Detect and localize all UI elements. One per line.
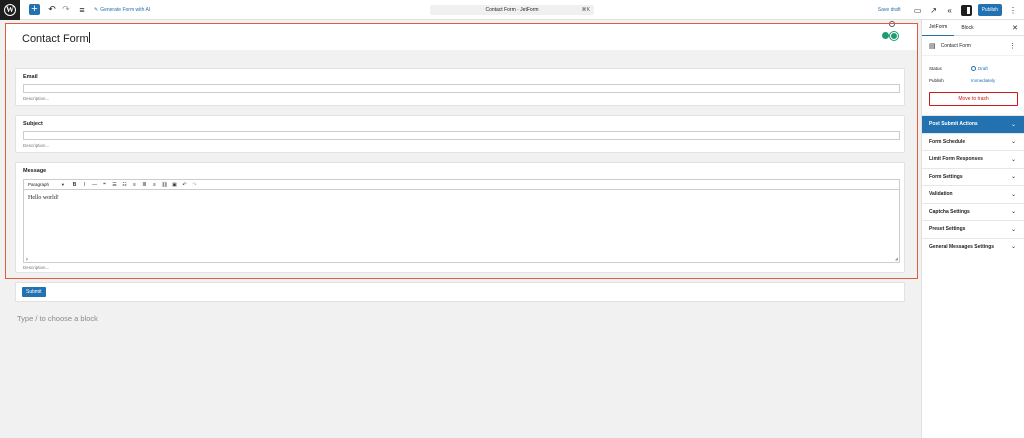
status-value[interactable]: Draft <box>971 65 988 71</box>
close-icon[interactable]: ✕ <box>1012 24 1018 32</box>
panel-preset-settings[interactable]: Preset Settings ⌄ <box>922 220 1024 238</box>
document-summary: ▤ Contact Form ⋮ <box>922 36 1024 56</box>
chevron-down-icon: ⌄ <box>1010 156 1016 163</box>
status-label: Status <box>929 65 942 71</box>
block-selection-outline <box>5 23 918 279</box>
panel-limit-form-responses[interactable]: Limit Form Responses ⌄ <box>922 150 1024 168</box>
chevron-down-icon: ⌄ <box>1010 226 1016 233</box>
save-draft-button[interactable]: Save draft <box>878 7 901 13</box>
panel-label: Limit Form Responses <box>929 156 983 163</box>
move-to-trash-button[interactable]: Move to trash <box>929 92 1018 106</box>
settings-sidebar: JetForm Block ✕ ▤ Contact Form ⋮ Status … <box>921 20 1024 438</box>
double-chevron-icon[interactable]: « <box>945 6 955 15</box>
document-options-icon[interactable]: ⋮ <box>1009 42 1016 50</box>
chevron-down-icon: ⌄ <box>1010 209 1016 216</box>
panel-general-messages-settings[interactable]: General Messages Settings ⌄ <box>922 237 1024 256</box>
wordpress-icon: W <box>4 3 16 16</box>
draft-status-icon <box>971 65 976 71</box>
status-row: Status Draft <box>922 62 1024 74</box>
publish-label: Publish <box>929 77 944 83</box>
wordpress-logo[interactable]: W <box>0 0 20 20</box>
submit-button[interactable]: Submit <box>22 287 46 297</box>
external-view-icon[interactable]: ↗ <box>929 6 939 15</box>
command-palette[interactable]: Contact Form · JetForm ⌘K <box>430 5 594 15</box>
document-icon: ▤ <box>929 42 936 50</box>
block-placeholder[interactable]: Type / to choose a block <box>17 314 98 323</box>
topbar-right-tools: Save draft ▭ ↗ « Publish ⋮ <box>878 4 1018 16</box>
redo-icon[interactable]: ↷ <box>61 4 71 16</box>
add-block-button[interactable]: + <box>29 4 40 15</box>
chevron-down-icon: ⌄ <box>1010 191 1016 198</box>
command-title: Contact Form · JetForm <box>485 7 539 13</box>
panel-label: General Messages Settings <box>929 243 995 250</box>
tab-jetform[interactable]: JetForm <box>922 20 955 36</box>
panel-label: Validation <box>929 191 953 198</box>
sidebar-tabs: JetForm Block ✕ <box>922 20 1024 36</box>
publish-value[interactable]: Immediately <box>971 78 995 83</box>
panel-label: Captcha Settings <box>929 208 970 215</box>
undo-icon[interactable]: ↶ <box>47 4 57 16</box>
chevron-down-icon: ⌄ <box>1010 244 1016 251</box>
chevron-down-icon: ⌄ <box>1010 121 1016 128</box>
panel-validation[interactable]: Validation ⌄ <box>922 185 1024 203</box>
panel-label: Form Settings <box>929 173 963 180</box>
options-kebab-icon[interactable]: ⋮ <box>1008 6 1018 15</box>
editor-top-bar: W + ↶ ↷ ≡ ✎ Generate Form with AI Contac… <box>0 0 1024 20</box>
status-value-text: Draft <box>978 65 988 71</box>
panel-label: Form Schedule <box>929 138 966 145</box>
publish-button[interactable]: Publish <box>977 4 1002 16</box>
command-shortcut: ⌘K <box>581 7 590 13</box>
publish-row: Publish Immediately <box>922 74 1024 86</box>
preview-icon[interactable]: ▭ <box>913 6 923 15</box>
editor-canvas: Contact Form Email Description... Subjec… <box>0 20 921 438</box>
panel-post-submit-actions[interactable]: Post Submit Actions ⌄ <box>922 115 1024 133</box>
wand-icon: ✎ <box>94 6 99 13</box>
chevron-down-icon: ⌄ <box>1010 174 1016 181</box>
panel-form-schedule[interactable]: Form Schedule ⌄ <box>922 132 1024 151</box>
ai-link-label: Generate Form with AI <box>100 6 151 13</box>
chevron-down-icon: ⌄ <box>1010 139 1016 146</box>
panel-label: Preset Settings <box>929 226 966 233</box>
document-title: Contact Form <box>940 42 971 49</box>
list-view-icon[interactable]: ≡ <box>77 4 87 16</box>
submit-block[interactable]: Submit <box>15 282 905 302</box>
panel-form-settings[interactable]: Form Settings ⌄ <box>922 167 1024 186</box>
tab-block[interactable]: Block <box>954 20 980 36</box>
panel-label: Post Submit Actions <box>929 121 978 128</box>
panel-captcha-settings[interactable]: Captcha Settings ⌄ <box>922 202 1024 221</box>
settings-toggle-icon[interactable] <box>960 4 972 16</box>
generate-form-ai-link[interactable]: ✎ Generate Form with AI <box>94 7 150 13</box>
